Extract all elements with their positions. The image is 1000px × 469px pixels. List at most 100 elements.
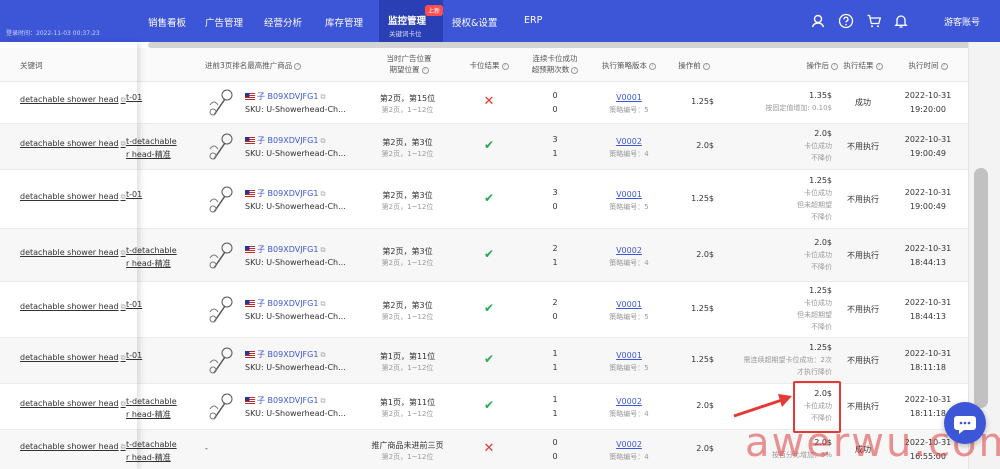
nav-sales-dashboard[interactable]: 销售看板 — [148, 15, 186, 29]
success-count: 2 — [552, 244, 558, 253]
chat-button[interactable] — [944, 402, 986, 444]
nav-business-analysis[interactable]: 经营分析 — [264, 15, 302, 29]
keyword-link[interactable]: detachable shower head ⧉ — [20, 192, 126, 202]
campaign-fragment-2[interactable]: r head-精准 — [126, 409, 171, 420]
vertical-scrollbar-thumb[interactable] — [974, 168, 988, 408]
campaign-fragment-2[interactable]: r head-精准 — [126, 258, 171, 269]
asin-link[interactable]: B09XDVJFG1 — [268, 299, 319, 308]
strategy-version-link[interactable]: V0002 — [592, 440, 666, 449]
nav-erp[interactable]: ERP — [524, 15, 542, 26]
header-success-count: 连续卡位成功 超预期次数? — [522, 53, 588, 75]
asin-link[interactable]: B09XDVJFG1 — [268, 136, 319, 145]
us-flag-icon — [245, 397, 255, 404]
nav-ad-management[interactable]: 广告管理 — [205, 15, 243, 29]
child-tag: 子 — [257, 136, 265, 145]
after-note-2: 才执行降价 — [797, 368, 832, 376]
product-asin-line[interactable]: 子 B09XDVJFG1 ⧉ — [245, 298, 325, 309]
child-tag: 子 — [257, 299, 265, 308]
copy-icon[interactable]: ⧉ — [320, 351, 325, 359]
exceed-count: 1 — [552, 258, 558, 267]
exec-time: 19:00:49 — [910, 149, 946, 158]
expected-position: 第2页，1~12位 — [381, 203, 434, 211]
table-row[interactable]: detachable shower head ⧉ t-01 子 B09XDVJFG1 ⧉… — [0, 170, 968, 229]
guest-account[interactable]: 游客账号 — [944, 15, 980, 28]
asin-link[interactable]: B09XDVJFG1 — [268, 92, 319, 101]
exec-result: 不用执行 — [847, 251, 879, 260]
help-icon[interactable] — [838, 13, 854, 29]
header-position: 当时广告位置 期望位置? — [370, 53, 448, 75]
external-link-icon: ⧉ — [120, 400, 126, 408]
bid-before: 2.0$ — [696, 401, 714, 410]
campaign-fragment[interactable]: t-01 — [126, 190, 142, 199]
strategy-version-link[interactable]: V0002 — [592, 397, 666, 406]
product-sku: SKU: U-Showerhead-Ch... — [245, 409, 346, 418]
strategy-version-link[interactable]: V0001 — [592, 93, 666, 102]
copy-icon[interactable]: ⧉ — [320, 246, 325, 254]
campaign-fragment[interactable]: t-detachable — [126, 246, 177, 255]
exec-date: 2022-10-31 — [904, 188, 952, 197]
keyword-link[interactable]: detachable shower head ⧉ — [20, 442, 126, 452]
campaign-fragment-2[interactable]: r head-精准 — [126, 452, 171, 463]
nav-auth-settings[interactable]: 授权&设置 — [452, 15, 497, 29]
asin-link[interactable]: B09XDVJFG1 — [268, 245, 319, 254]
success-count: 0 — [552, 438, 558, 447]
cart-icon[interactable] — [866, 13, 882, 29]
product-asin-line[interactable]: 子 B09XDVJFG1 ⧉ — [245, 91, 325, 102]
campaign-fragment[interactable]: t-01 — [126, 351, 142, 360]
strategy-version-link[interactable]: V0001 — [592, 190, 666, 199]
product-asin-line[interactable]: 子 B09XDVJFG1 ⧉ — [245, 188, 325, 199]
child-tag: 子 — [257, 92, 265, 101]
strategy-number: 策略编号：4 — [609, 259, 649, 267]
keyword-link[interactable]: detachable shower head ⧉ — [20, 139, 126, 149]
header-result-label: 卡位结果 — [469, 61, 500, 70]
product-asin-line[interactable]: 子 B09XDVJFG1 ⧉ — [245, 244, 325, 255]
success-count: 2 — [552, 298, 558, 307]
strategy-number: 策略编号：4 — [609, 410, 649, 418]
exceed-count: 0 — [552, 202, 558, 211]
table-row[interactable]: detachable shower head ⧉ t-01 子 B09XDVJFG1 ⧉… — [0, 82, 968, 124]
header-before-label: 操作前 — [678, 61, 701, 70]
keyword-link[interactable]: detachable shower head ⧉ — [20, 353, 126, 363]
product-asin-line[interactable]: 子 B09XDVJFG1 ⧉ — [245, 135, 325, 146]
campaign-fragment[interactable]: t-detachable — [126, 137, 177, 146]
copy-icon[interactable]: ⧉ — [320, 137, 325, 145]
after-note-3: 不降价 — [811, 213, 832, 221]
success-check-icon: ✔ — [483, 301, 495, 315]
keyword-link[interactable]: detachable shower head ⧉ — [20, 248, 126, 258]
product-asin-line[interactable]: 子 B09XDVJFG1 ⧉ — [245, 349, 325, 360]
user-icon[interactable] — [810, 13, 826, 29]
external-link-icon: ⧉ — [120, 443, 126, 451]
nav-inventory[interactable]: 库存管理 — [325, 15, 363, 29]
product-asin-line[interactable]: 子 B09XDVJFG1 ⧉ — [245, 395, 325, 406]
us-flag-icon — [245, 351, 255, 358]
asin-link[interactable]: B09XDVJFG1 — [268, 396, 319, 405]
after-note-2: 不降价 — [811, 263, 832, 271]
table-row[interactable]: detachable shower head ⧉ t-01 子 B09XDVJFG1 ⧉… — [0, 282, 968, 338]
table-row[interactable]: detachable shower head ⧉ t-detachable r hea… — [0, 229, 968, 282]
table-row[interactable]: detachable shower head ⧉ t-detachable r hea… — [0, 124, 968, 170]
product-sku: SKU: U-Showerhead-Ch... — [245, 105, 346, 114]
strategy-version-link[interactable]: V0001 — [592, 351, 666, 360]
campaign-fragment[interactable]: t-01 — [126, 300, 142, 309]
campaign-fragment[interactable]: t-detachable — [126, 397, 177, 406]
keyword-link[interactable]: detachable shower head ⧉ — [20, 302, 126, 312]
copy-icon[interactable]: ⧉ — [320, 397, 325, 405]
strategy-version-link[interactable]: V0001 — [592, 300, 666, 309]
copy-icon[interactable]: ⧉ — [320, 93, 325, 101]
table-row[interactable]: detachable shower head ⧉ t-01 子 B09XDVJFG1 ⧉… — [0, 338, 968, 384]
keyword-link[interactable]: detachable shower head ⧉ — [20, 95, 126, 105]
bell-icon[interactable] — [893, 13, 909, 29]
nav-monitoring-label: 监控管理 — [388, 16, 427, 27]
keyword-link[interactable]: detachable shower head ⧉ — [20, 399, 126, 409]
asin-link[interactable]: B09XDVJFG1 — [268, 350, 319, 359]
copy-icon[interactable]: ⧉ — [320, 190, 325, 198]
campaign-fragment-2[interactable]: r head-精准 — [126, 149, 171, 160]
copy-icon[interactable]: ⧉ — [320, 300, 325, 308]
campaign-fragment[interactable]: t-detachable — [126, 440, 177, 449]
help-circle-icon: ? — [831, 62, 838, 70]
product-thumbnail — [209, 242, 233, 269]
campaign-fragment[interactable]: t-01 — [126, 93, 142, 102]
strategy-version-link[interactable]: V0002 — [592, 246, 666, 255]
strategy-version-link[interactable]: V0002 — [592, 137, 666, 146]
asin-link[interactable]: B09XDVJFG1 — [268, 189, 319, 198]
